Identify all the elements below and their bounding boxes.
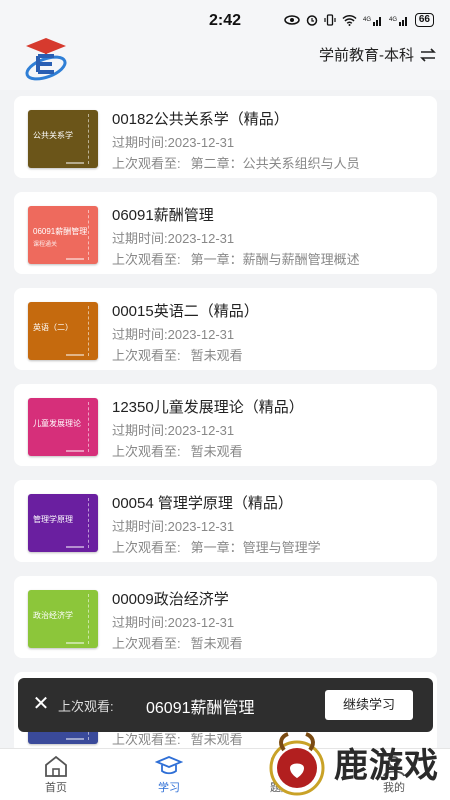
cover-decoration	[88, 210, 92, 260]
last-watched-value: 暂未观看	[190, 348, 243, 363]
last-watched-label: 上次观看至:	[112, 636, 181, 651]
toast-course-name: 06091薪酬管理	[146, 700, 255, 717]
last-watched-value: 暂未观看	[190, 636, 243, 651]
switch-arrows-icon	[420, 47, 436, 62]
cover-decoration	[88, 306, 92, 356]
vibrate-icon	[324, 14, 336, 26]
svg-text:4G: 4G	[389, 17, 397, 23]
course-last-watched: 上次观看至: 第二章：公共关系组织与人员	[112, 153, 360, 172]
watermark: 鹿游戏	[262, 728, 450, 800]
continue-study-toast: ✕ 上次观看: 06091薪酬管理 继续学习	[18, 678, 433, 732]
course-name: 00054 管理学原理（精品）	[112, 495, 293, 512]
course-expire: 过期时间:2023-12-31	[112, 519, 235, 534]
watermark-text: 鹿游戏	[334, 746, 439, 786]
course-last-watched: 上次观看至: 第一章：管理与管理学	[112, 537, 321, 556]
course-cover: 公共关系学	[28, 110, 98, 168]
status-icons: 4G 4G 66	[284, 13, 434, 27]
course-cover: 英语（二）	[28, 302, 98, 360]
continue-study-button[interactable]: 继续学习	[325, 690, 413, 720]
close-icon[interactable]: ✕	[30, 693, 52, 715]
course-cover: 管理学原理	[28, 494, 98, 552]
major-label: 学前教育-本科	[319, 47, 414, 64]
last-watched-label: 上次观看至:	[112, 540, 181, 555]
nav-label-home: 首页	[45, 782, 67, 794]
course-name: 06091薪酬管理	[112, 207, 214, 224]
last-watched-label: 上次观看至:	[112, 252, 181, 267]
signal-icon-2: 4G	[389, 17, 407, 26]
signal-icon: 4G	[363, 17, 381, 26]
cover-decoration	[88, 594, 92, 644]
course-name: 00015英语二（精品）	[112, 303, 259, 320]
course-card[interactable]: 政治经济学 00009政治经济学 过期时间:2023-12-31 上次观看至: 暂…	[14, 576, 437, 658]
course-list: 公共关系学 00182公共关系学（精品） 过期时间:2023-12-31 上次观…	[14, 96, 437, 768]
last-watched-label: 上次观看至:	[112, 348, 181, 363]
course-expire: 过期时间:2023-12-31	[112, 615, 235, 630]
cover-footer-mark	[66, 354, 84, 356]
cover-title: 儿童发展理论	[33, 419, 81, 428]
course-last-watched: 上次观看至: 暂未观看	[112, 441, 243, 460]
home-icon	[45, 755, 67, 777]
course-name: 00009政治经济学	[112, 591, 229, 608]
cover-title: 管理学原理	[33, 515, 73, 524]
cover-decoration	[88, 114, 92, 164]
course-last-watched: 上次观看至: 暂未观看	[112, 345, 243, 364]
deer-logo-icon	[269, 732, 325, 796]
cover-decoration	[88, 498, 92, 548]
major-switch[interactable]: 学前教育-本科	[319, 44, 436, 65]
course-cover: 06091薪酬管理 课程通关	[28, 206, 98, 264]
course-expire: 过期时间:2023-12-31	[112, 423, 235, 438]
battery-indicator: 66	[414, 13, 434, 27]
course-card[interactable]: 英语（二） 00015英语二（精品） 过期时间:2023-12-31 上次观看至…	[14, 288, 437, 370]
course-card[interactable]: 管理学原理 00054 管理学原理（精品） 过期时间:2023-12-31 上次…	[14, 480, 437, 562]
cover-footer-mark	[66, 258, 84, 260]
course-expire: 过期时间:2023-12-31	[112, 327, 235, 342]
course-cover: 儿童发展理论	[28, 398, 98, 456]
course-expire: 过期时间:2023-12-31	[112, 231, 235, 246]
cover-title: 06091薪酬管理	[33, 227, 88, 236]
course-cover: 政治经济学	[28, 590, 98, 648]
last-watched-value: 第二章：公共关系组织与人员	[190, 156, 360, 171]
cover-footer-mark	[66, 546, 84, 548]
app-logo	[25, 38, 67, 81]
nav-item-study[interactable]: 学习	[139, 755, 199, 795]
last-watched-label: 上次观看至:	[112, 444, 181, 459]
course-name: 00182公共关系学（精品）	[112, 111, 289, 128]
course-name: 12350儿童发展理论（精品）	[112, 399, 304, 416]
toast-label: 上次观看:	[58, 699, 114, 714]
cover-footer-mark	[66, 450, 84, 452]
cover-title: 政治经济学	[33, 611, 73, 620]
eye-icon	[284, 15, 300, 25]
cover-decoration	[88, 402, 92, 452]
last-watched-value: 第一章：管理与管理学	[190, 540, 321, 555]
wifi-icon	[342, 14, 357, 26]
last-watched-value: 第一章：薪酬与薪酬管理概述	[190, 252, 360, 267]
cover-footer-mark	[66, 642, 84, 644]
nav-label-study: 学习	[158, 782, 180, 794]
cover-subtitle: 课程通关	[33, 242, 58, 248]
nav-item-home[interactable]: 首页	[26, 755, 86, 795]
course-card[interactable]: 儿童发展理论 12350儿童发展理论（精品） 过期时间:2023-12-31 上…	[14, 384, 437, 466]
course-last-watched: 上次观看至: 第一章：薪酬与薪酬管理概述	[112, 249, 360, 268]
last-watched-value: 暂未观看	[190, 444, 243, 459]
cover-footer-mark	[66, 162, 84, 164]
app-header: 学前教育-本科	[0, 38, 450, 90]
graduation-cap-icon	[155, 756, 183, 775]
svg-text:4G: 4G	[363, 17, 371, 23]
course-card[interactable]: 06091薪酬管理 课程通关 06091薪酬管理 过期时间:2023-12-31…	[14, 192, 437, 274]
last-watched-label: 上次观看至:	[112, 732, 181, 747]
cover-title: 公共关系学	[33, 131, 73, 140]
cover-footer-mark	[66, 738, 84, 740]
alarm-icon	[306, 15, 318, 26]
cover-title: 英语（二）	[33, 323, 73, 332]
last-watched-label: 上次观看至:	[112, 156, 181, 171]
course-card[interactable]: 公共关系学 00182公共关系学（精品） 过期时间:2023-12-31 上次观…	[14, 96, 437, 178]
course-last-watched: 上次观看至: 暂未观看	[112, 633, 243, 652]
course-expire: 过期时间:2023-12-31	[112, 135, 235, 150]
last-watched-value: 暂未观看	[190, 732, 243, 747]
